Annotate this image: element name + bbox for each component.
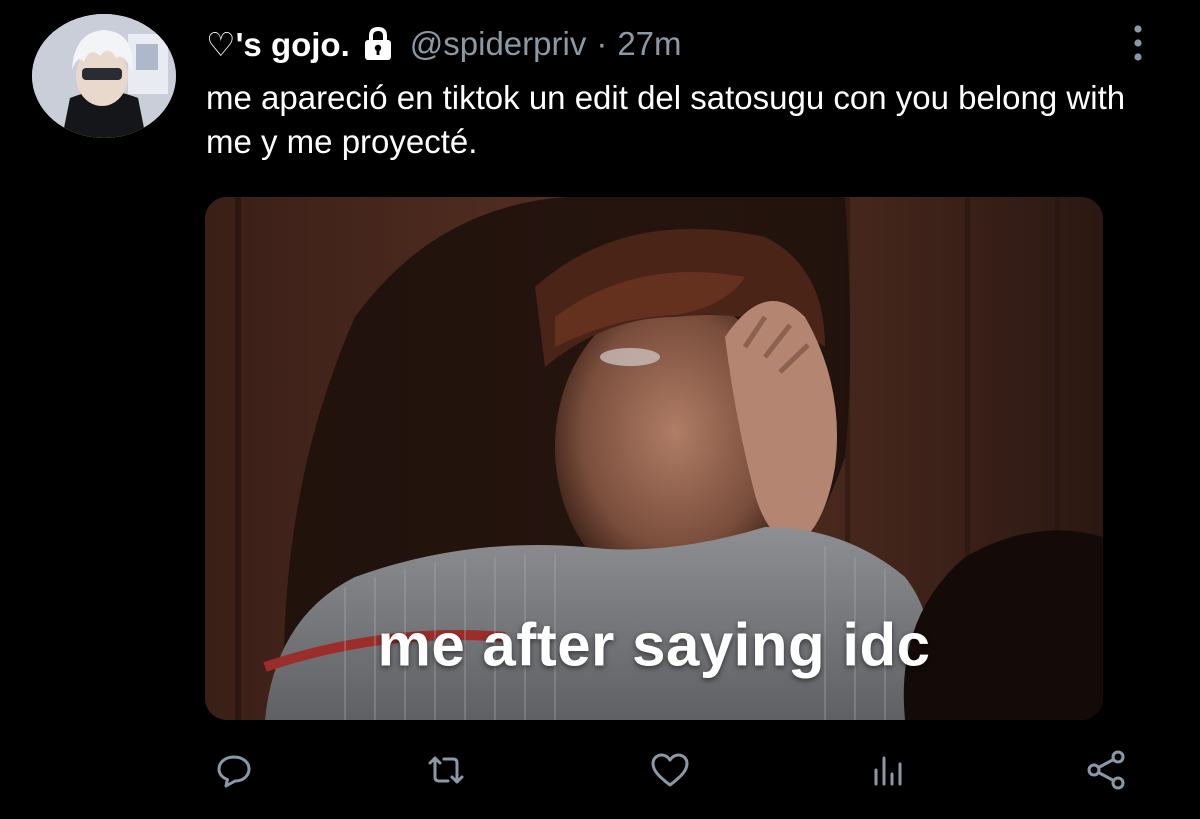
share-icon bbox=[1085, 749, 1127, 791]
share-button[interactable] bbox=[1082, 746, 1130, 794]
tweet-header: ♡'s gojo. @spiderpriv · 27m bbox=[206, 22, 682, 66]
retweet-icon bbox=[424, 750, 468, 790]
lock-icon bbox=[362, 26, 394, 62]
tweet-media[interactable]: me after saying idc bbox=[205, 197, 1103, 720]
tweet-text: me apareció en tiktok un edit del satosu… bbox=[206, 79, 1126, 160]
tweet-actions bbox=[206, 746, 1140, 794]
handle[interactable]: @spiderpriv bbox=[410, 25, 587, 63]
heart-icon bbox=[649, 750, 691, 790]
more-vertical-icon[interactable] bbox=[1132, 24, 1144, 62]
retweet-button[interactable] bbox=[422, 746, 470, 794]
like-button[interactable] bbox=[646, 746, 694, 794]
separator: · bbox=[596, 25, 608, 62]
reply-button[interactable] bbox=[210, 746, 258, 794]
avatar[interactable] bbox=[32, 14, 176, 138]
analytics-button[interactable] bbox=[864, 746, 912, 794]
reply-icon bbox=[214, 750, 254, 790]
analytics-icon bbox=[868, 750, 908, 790]
display-name[interactable]: ♡'s gojo. bbox=[206, 25, 350, 64]
media-caption: me after saying idc bbox=[377, 611, 931, 679]
timestamp[interactable]: 27m bbox=[617, 25, 681, 63]
tweet: ♡'s gojo. @spiderpriv · 27m me apareció … bbox=[0, 0, 1200, 819]
